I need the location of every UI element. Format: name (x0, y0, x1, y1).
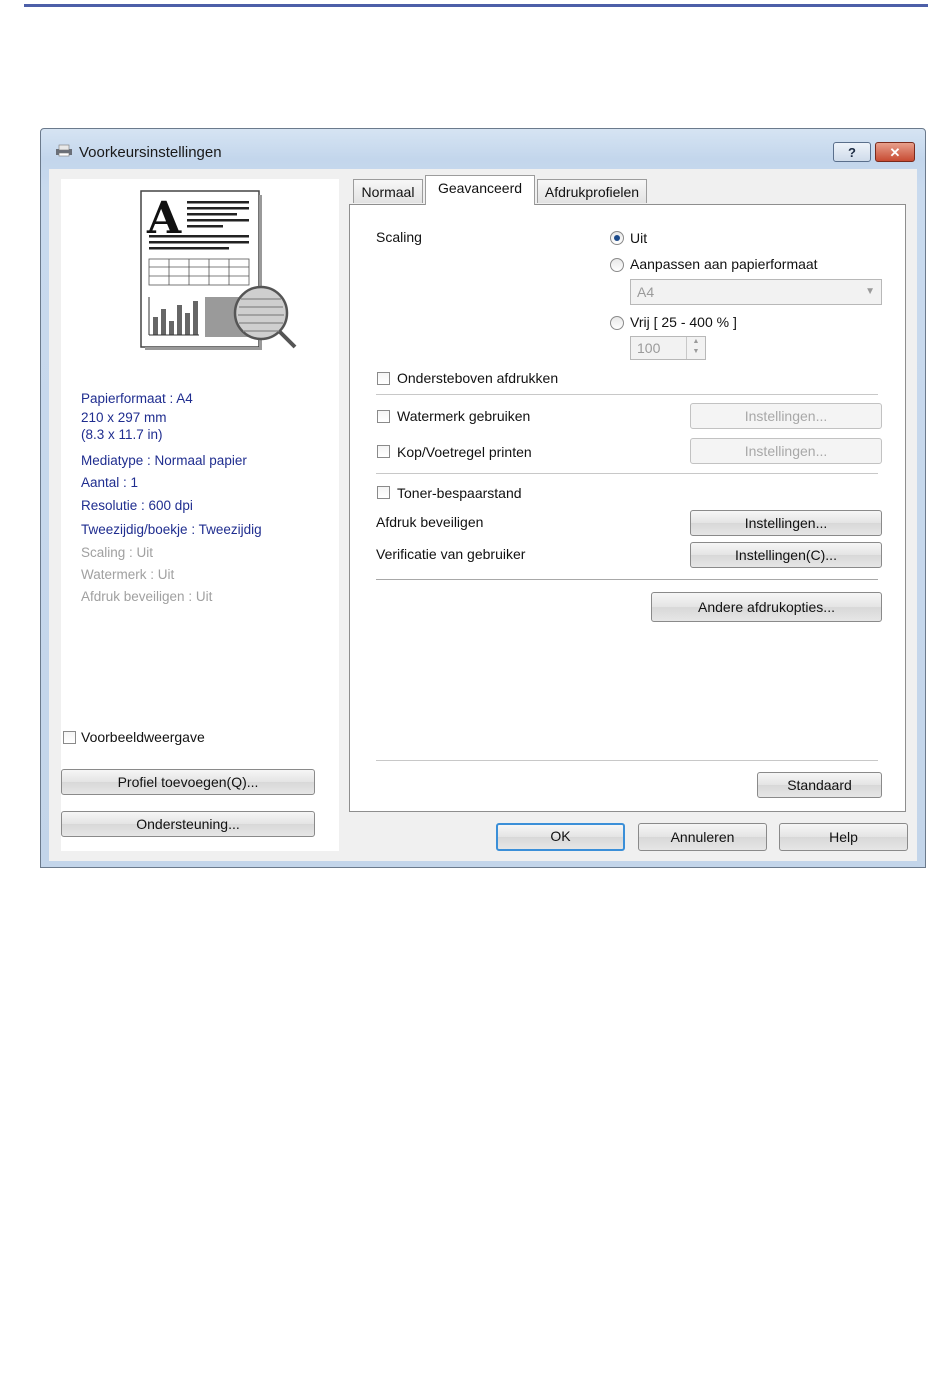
header-footer-settings-button[interactable]: Instellingen... (690, 438, 882, 464)
summary-scaling: Scaling : Uit (81, 545, 154, 560)
summary-watermark: Watermerk : Uit (81, 567, 175, 582)
chevron-down-icon: ▼ (865, 286, 875, 297)
tab-normal[interactable]: Normaal (353, 179, 423, 203)
default-button[interactable]: Standaard (757, 772, 882, 798)
summary-resolution: Resolutie : 600 dpi (81, 498, 193, 513)
divider (376, 473, 878, 475)
watermark-label: Watermerk gebruiken (397, 408, 531, 424)
upside-down-label: Ondersteboven afdrukken (397, 370, 559, 386)
scaling-fit-label: Aanpassen aan papierformaat (630, 256, 818, 272)
page-header-rule (24, 4, 928, 7)
scaling-off-radio[interactable] (610, 231, 624, 245)
summary-copies: Aantal : 1 (81, 475, 139, 490)
other-print-options-button[interactable]: Andere afdrukopties... (651, 592, 882, 622)
summary-dimensions-in: (8.3 x 11.7 in) (81, 427, 163, 442)
scaling-free-value: 100 (637, 340, 661, 356)
summary-paper-size: Papierformaat : A4 (81, 391, 193, 406)
toner-save-checkbox[interactable] (377, 486, 390, 499)
window-title: Voorkeursinstellingen (79, 144, 222, 161)
watermark-settings-button[interactable]: Instellingen... (690, 403, 882, 429)
summary-duplex: Tweezijdig/boekje : Tweezijdig (81, 522, 262, 537)
watermark-checkbox[interactable] (377, 410, 390, 423)
scaling-free-stepper[interactable]: 100 ▲ ▼ (630, 336, 706, 360)
stepper-arrows-icon: ▲ ▼ (686, 337, 705, 359)
toner-save-label: Toner-bespaarstand (397, 485, 522, 501)
title-bar[interactable]: Voorkeursinstellingen ? ✕ (41, 129, 925, 169)
divider (376, 760, 878, 762)
secure-print-label: Afdruk beveiligen (376, 514, 484, 530)
fit-paper-size-select[interactable]: A4 ▼ (630, 279, 882, 305)
user-verification-settings-button[interactable]: Instellingen(C)... (690, 542, 882, 568)
advanced-tab-panel: Scaling Uit Aanpassen aan papierformaat … (349, 204, 906, 812)
upside-down-checkbox[interactable] (377, 372, 390, 385)
printer-icon (56, 144, 72, 157)
help-title-button[interactable]: ? (833, 142, 871, 162)
divider (376, 579, 878, 581)
tab-advanced[interactable]: Geavanceerd (425, 175, 535, 205)
preview-checkbox[interactable] (63, 731, 76, 744)
header-footer-label: Kop/Voetregel printen (397, 444, 532, 460)
cancel-button[interactable]: Annuleren (638, 823, 767, 851)
divider (376, 394, 878, 396)
add-profile-button[interactable]: Profiel toevoegen(Q)... (61, 769, 315, 795)
help-button[interactable]: Help (779, 823, 908, 851)
page-preview-image: A (140, 190, 297, 350)
summary-dimensions-mm: 210 x 297 mm (81, 410, 167, 425)
scaling-free-radio[interactable] (610, 316, 624, 330)
ok-button[interactable]: OK (496, 823, 625, 851)
scaling-label: Scaling (376, 229, 422, 245)
scaling-fit-radio[interactable] (610, 258, 624, 272)
scaling-free-label: Vrij [ 25 - 400 % ] (630, 314, 737, 330)
tab-print-profiles[interactable]: Afdrukprofielen (537, 179, 647, 203)
settings-summary-pane: A Papierformaat: A4 210 x 297 mm (8.3 x… (61, 179, 339, 851)
printing-preferences-dialog: Voorkeursinstellingen ? ✕ A Papierformaa… (40, 128, 926, 868)
scaling-off-label: Uit (630, 230, 648, 246)
secure-print-settings-button[interactable]: Instellingen... (690, 510, 882, 536)
summary-secure-print: Afdruk beveiligen : Uit (81, 589, 213, 604)
preview-checkbox-label: Voorbeeldweergave (81, 729, 205, 745)
user-verification-label: Verificatie van gebruiker (376, 546, 526, 562)
dialog-client-area: A Papierformaat: A4 210 x 297 mm (8.3 x… (49, 169, 917, 861)
fit-paper-size-value: A4 (637, 284, 655, 300)
close-button[interactable]: ✕ (875, 142, 915, 162)
header-footer-checkbox[interactable] (377, 445, 390, 458)
support-button[interactable]: Ondersteuning... (61, 811, 315, 837)
summary-media-type: Mediatype : Normaal papier (81, 453, 247, 468)
